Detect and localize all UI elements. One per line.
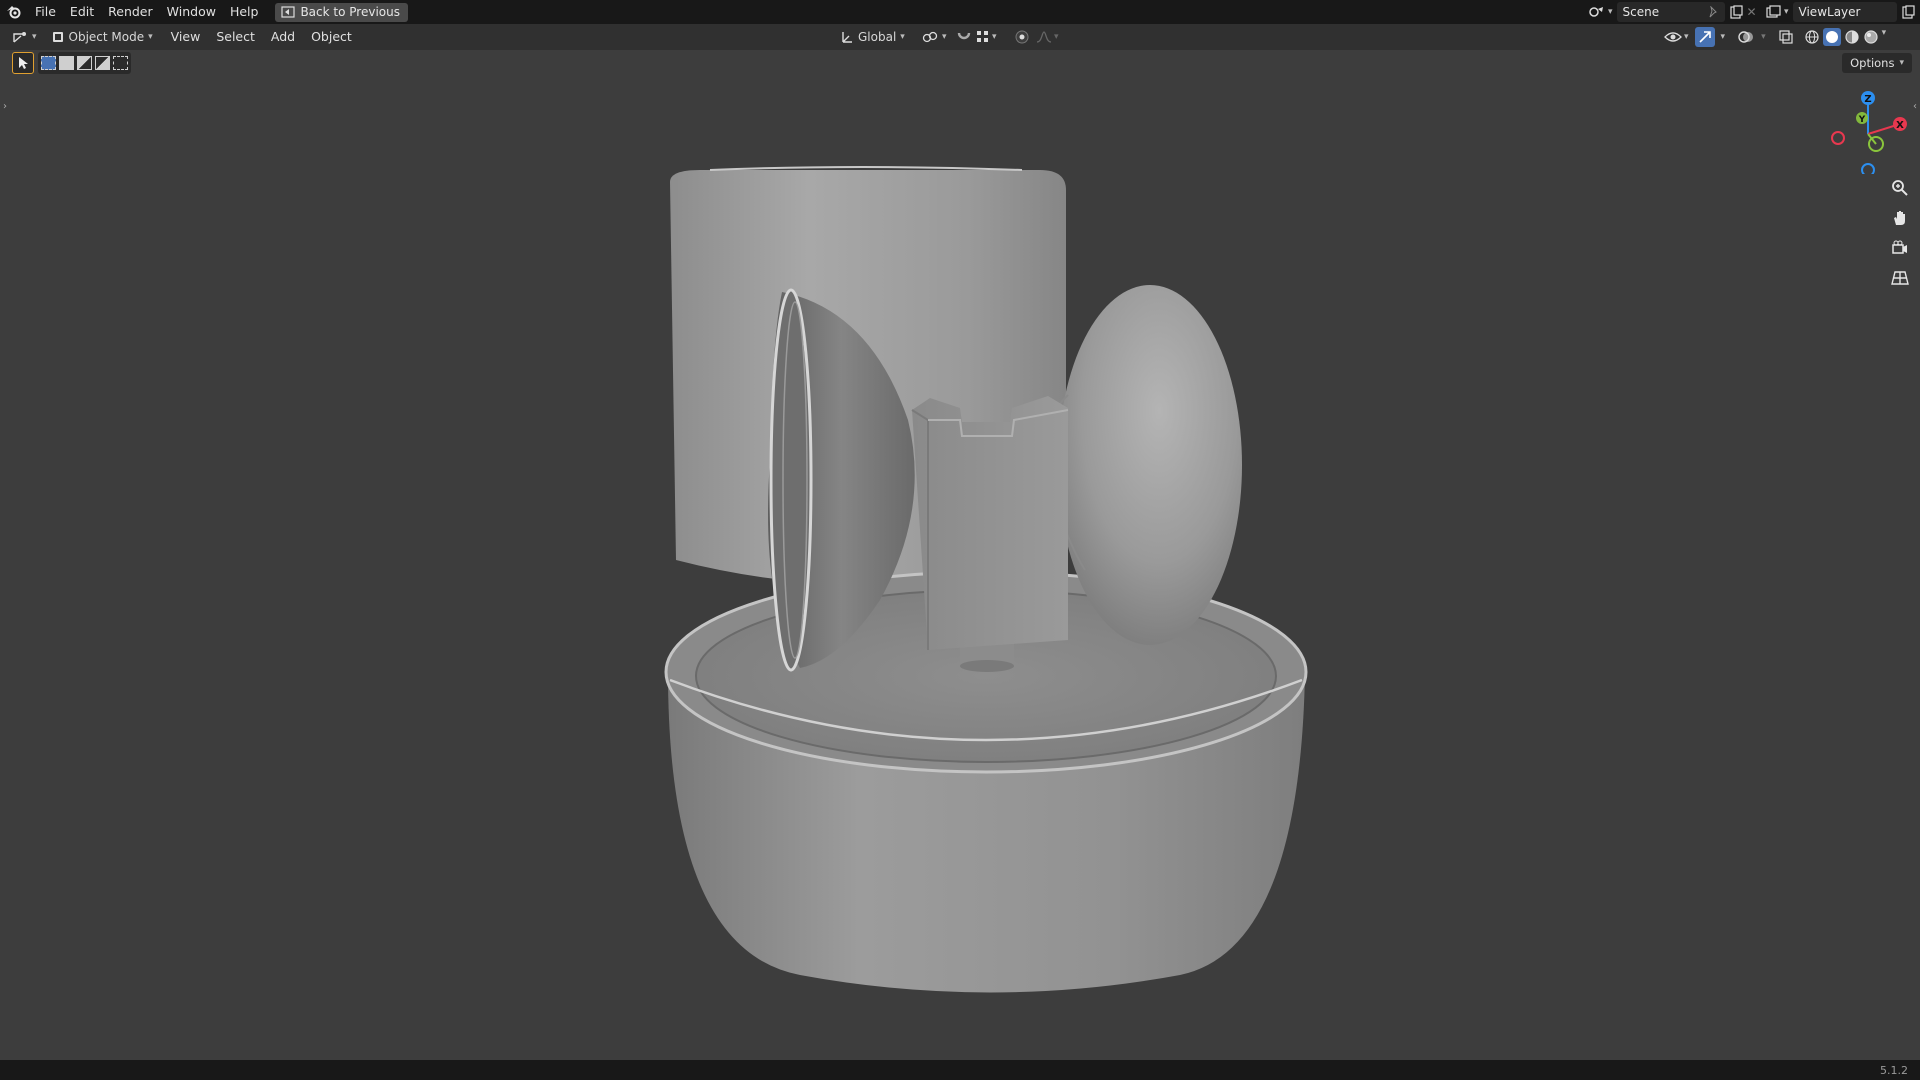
select-invert-icon[interactable] (95, 56, 110, 70)
chevron-down-icon: ▾ (942, 32, 947, 42)
camera-view-icon[interactable] (1888, 236, 1912, 260)
pivot-link-icon (922, 30, 938, 44)
solid-shading-icon[interactable] (1822, 28, 1841, 46)
back-to-previous-label: Back to Previous (300, 5, 400, 19)
delete-scene-icon[interactable]: ✕ (1747, 5, 1757, 19)
shading-mode-group: ▾ (1804, 28, 1887, 46)
viewlayer-selector: ▾ ViewLayer ✕ (1766, 2, 1920, 22)
top-bar: File Edit Render Window Help Back to Pre… (0, 0, 1920, 24)
menu-file[interactable]: File (28, 0, 63, 24)
back-to-previous-button[interactable]: Back to Previous (275, 2, 408, 22)
scene-name-field[interactable]: Scene (1616, 2, 1725, 22)
rendered-shading-icon[interactable] (1863, 28, 1879, 46)
object-mode-icon (51, 30, 65, 44)
menu-add[interactable]: Add (263, 24, 303, 50)
options-dropdown[interactable]: Options ▾ (1842, 53, 1912, 73)
blender-logo-icon[interactable] (0, 0, 28, 24)
z-axis-label: Z (1864, 94, 1871, 105)
viewport-header: ▾ Object Mode ▾ View Select Add Object G… (0, 24, 1920, 50)
pan-view-hand-icon[interactable] (1888, 206, 1912, 230)
shading-chevron-icon[interactable]: ▾ (1882, 28, 1887, 46)
toolbar-expand-icon[interactable]: › (0, 98, 10, 114)
chevron-down-icon: ▾ (1899, 58, 1904, 68)
selection-mode-group (38, 52, 131, 74)
menu-select[interactable]: Select (208, 24, 263, 50)
gizmo-chevron-icon[interactable]: ▾ (1721, 32, 1726, 42)
menu-help[interactable]: Help (223, 0, 266, 24)
navigation-gizmo[interactable]: Z X Y (1824, 88, 1910, 174)
proportional-group: ▾ (1014, 29, 1059, 45)
falloff-curve-icon[interactable]: ▾ (1036, 30, 1059, 44)
select-extend-icon[interactable] (59, 56, 74, 70)
sidebar-expand-icon[interactable]: ‹ (1910, 98, 1920, 114)
chevron-down-icon: ▾ (148, 32, 153, 42)
overlay-toggle-icon[interactable] (1737, 29, 1755, 45)
visibility-eye-icon[interactable]: ▾ (1664, 30, 1689, 44)
menu-edit[interactable]: Edit (63, 0, 101, 24)
new-viewlayer-icon[interactable] (1901, 5, 1915, 19)
orientation-axis-icon (840, 30, 854, 44)
back-screen-icon (281, 6, 296, 18)
mode-label: Object Mode (68, 30, 145, 44)
snapping-group: ▾ (956, 29, 997, 45)
editor-type-icon[interactable]: ▾ (12, 30, 37, 44)
tool-settings-row (12, 52, 131, 74)
xray-toggle-icon[interactable] (1778, 29, 1794, 45)
version-label: 5.1.2 (1880, 1064, 1908, 1077)
snap-magnet-icon[interactable] (956, 29, 972, 45)
select-intersect-icon[interactable] (113, 56, 128, 70)
perspective-toggle-grid-icon[interactable] (1888, 266, 1912, 290)
viewlayer-type-icon[interactable]: ▾ (1766, 5, 1789, 19)
select-subtract-icon[interactable] (77, 56, 92, 70)
pivot-point-dropdown[interactable]: ▾ (918, 27, 951, 47)
active-tool-select-icon[interactable] (12, 52, 34, 74)
options-label: Options (1850, 56, 1895, 70)
status-bar: 5.1.2 (0, 1060, 1920, 1080)
y-axis-label: Y (1858, 115, 1866, 125)
mode-dropdown[interactable]: Object Mode ▾ (47, 27, 157, 47)
viewlayer-name-field[interactable]: ViewLayer (1792, 2, 1897, 22)
transform-orientation-label: Global (858, 30, 897, 44)
transform-orientation-dropdown[interactable]: Global ▾ (836, 27, 909, 47)
menu-window[interactable]: Window (160, 0, 223, 24)
menu-view[interactable]: View (163, 24, 209, 50)
center-block[interactable] (911, 396, 1069, 650)
3d-viewport[interactable]: › ‹ Z X Y (0, 50, 1920, 1060)
right-header-icons: ▾ ▾ ▾ ▾ (1664, 27, 1886, 47)
proportional-edit-icon[interactable] (1014, 29, 1030, 45)
scene-selector: ▾ Scene ✕ (1588, 2, 1757, 22)
material-shading-icon[interactable] (1844, 28, 1860, 46)
menu-render[interactable]: Render (101, 0, 160, 24)
scene-render (664, 166, 1308, 993)
zoom-view-icon[interactable] (1888, 176, 1912, 200)
viewlayer-name: ViewLayer (1798, 5, 1861, 19)
neg-x-axis-handle (1831, 131, 1845, 145)
neg-z-axis-handle (1861, 163, 1875, 174)
gizmo-toggle-icon[interactable] (1694, 27, 1715, 47)
menu-object[interactable]: Object (303, 24, 360, 50)
select-new-icon[interactable] (41, 56, 56, 70)
new-scene-icon[interactable] (1729, 5, 1743, 19)
snap-grid-icon[interactable]: ▾ (976, 30, 997, 44)
scene-name: Scene (1622, 5, 1660, 19)
x-axis-label: X (1896, 120, 1904, 131)
pin-icon[interactable] (1707, 6, 1719, 18)
scene-type-icon[interactable]: ▾ (1588, 5, 1613, 19)
overlay-chevron-icon[interactable]: ▾ (1761, 32, 1766, 42)
wireframe-shading-icon[interactable] (1804, 28, 1820, 46)
chevron-down-icon: ▾ (900, 32, 905, 42)
